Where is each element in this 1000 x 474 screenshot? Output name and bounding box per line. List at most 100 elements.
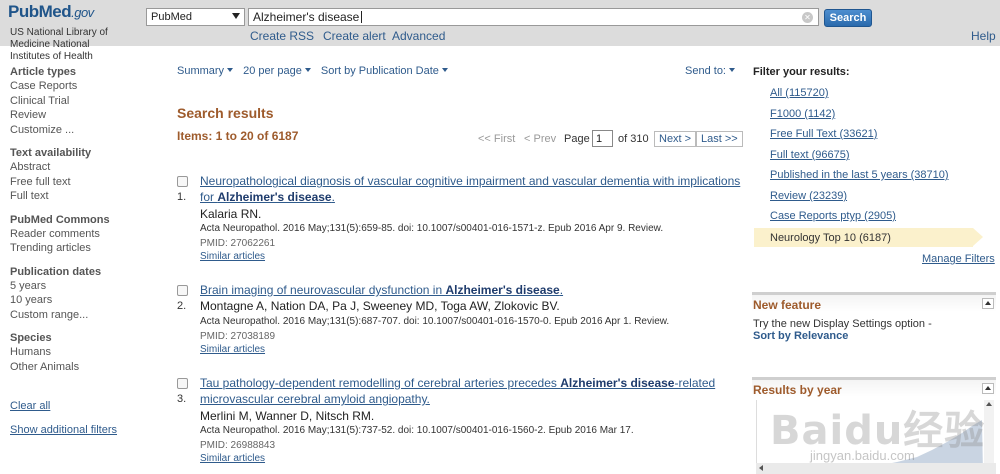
search-button[interactable]: Search [824, 9, 872, 27]
per-page-dropdown-label: 20 per page [243, 65, 302, 77]
advanced-search-link[interactable]: Advanced [392, 29, 445, 43]
create-rss-link[interactable]: Create RSS [250, 29, 314, 43]
filter-heading-species: Species [10, 332, 52, 344]
baidu-watermark-url: jingyan.baidu.com [810, 448, 915, 463]
filter-10-years[interactable]: 10 years [10, 293, 150, 308]
filter-other-animals[interactable]: Other Animals [10, 360, 150, 375]
nlm-link[interactable]: US National Library of Medicine National… [10, 27, 125, 63]
send-to-dropdown[interactable]: Send to: [685, 65, 735, 77]
results-heading: Search results [177, 105, 274, 121]
display-settings-bar: Summary 20 per page Sort by Publication … [177, 65, 742, 79]
create-alert-link[interactable]: Create alert [323, 29, 386, 43]
clear-search-icon[interactable]: ✕ [802, 12, 813, 23]
filter-case-reports[interactable]: Case Reports [10, 79, 150, 94]
result-citation: Acta Neuropathol. 2016 May;131(5):687-70… [200, 316, 670, 327]
chevron-down-icon [227, 68, 234, 72]
filter-heading-publication-dates: Publication dates [10, 265, 102, 278]
similar-articles-link[interactable]: Similar articles [200, 344, 265, 355]
result-authors: Montagne A, Nation DA, Pa J, Sweeney MD,… [200, 299, 560, 313]
result-checkbox[interactable] [177, 378, 188, 389]
result-number: 3. [177, 393, 187, 405]
sort-by-relevance-link[interactable]: Sort by Relevance [753, 330, 848, 342]
per-page-dropdown[interactable]: 20 per page [243, 65, 311, 77]
next-page-button[interactable]: Next > [654, 131, 697, 147]
header-bar: PubMed.gov US National Library of Medici… [0, 0, 1000, 62]
filter-humans[interactable]: Humans [10, 345, 150, 360]
result-pmid: PMID: 27062261 [200, 238, 276, 249]
page-total: of 310 [618, 133, 649, 145]
new-feature-title: New feature [753, 298, 822, 312]
chevron-down-icon [729, 68, 735, 72]
chart-horizontal-scrollbar[interactable] [756, 463, 996, 474]
filter-case-reports-ptyp[interactable]: Case Reports ptyp (2905) [770, 210, 896, 222]
result-checkbox[interactable] [177, 176, 188, 187]
filter-last-5-years[interactable]: Published in the last 5 years (38710) [770, 169, 949, 181]
page-label: Page [564, 133, 590, 145]
filter-review[interactable]: Review [10, 108, 150, 123]
result-number: 2. [177, 300, 187, 312]
search-input-value: Alzheimer's disease [253, 10, 360, 24]
filter-custom-range[interactable]: Custom range... [10, 308, 150, 323]
help-link[interactable]: Help [971, 29, 996, 43]
database-select[interactable]: PubMed [146, 8, 245, 26]
new-feature-text: Try the new Display Settings option - [753, 318, 932, 330]
show-additional-filters-link[interactable]: Show additional filters [10, 424, 117, 436]
filter-reader-comments[interactable]: Reader comments [10, 227, 150, 242]
collapse-icon[interactable] [982, 298, 994, 309]
result-number: 1. [177, 191, 187, 203]
sort-dropdown[interactable]: Sort by Publication Date [321, 65, 448, 77]
filter-trending-articles[interactable]: Trending articles [10, 241, 150, 256]
result-title-link[interactable]: Tau pathology-dependent remodelling of c… [200, 375, 745, 407]
collapse-icon[interactable] [982, 383, 994, 394]
results-by-year-header: Results by year [752, 377, 996, 397]
filter-free-full-text-right[interactable]: Free Full Text (33621) [770, 128, 877, 140]
filter-all[interactable]: All (115720) [770, 87, 829, 99]
prev-page-link: < Prev [524, 133, 557, 145]
clear-all-link[interactable]: Clear all [10, 400, 50, 412]
active-filter-label: Neurology Top 10 (6187) [770, 232, 891, 244]
text-cursor [361, 11, 363, 23]
result-pmid: PMID: 26988843 [200, 440, 276, 451]
filter-5-years[interactable]: 5 years [10, 279, 150, 294]
filter-abstract[interactable]: Abstract [10, 160, 150, 175]
chevron-down-icon [441, 68, 448, 72]
result-title-link[interactable]: Neuropathological diagnosis of vascular … [200, 173, 745, 205]
filter-f1000[interactable]: F1000 (1142) [770, 108, 835, 120]
filter-free-full-text[interactable]: Free full text [10, 175, 150, 190]
result-checkbox[interactable] [177, 285, 188, 296]
result-citation: Acta Neuropathol. 2016 May;131(5):737-52… [200, 425, 634, 436]
format-dropdown[interactable]: Summary [177, 65, 234, 77]
similar-articles-link[interactable]: Similar articles [200, 251, 265, 262]
pubmed-logo[interactable]: PubMed.gov [8, 2, 94, 22]
filter-results-heading: Filter your results: [753, 66, 850, 78]
result-citation: Acta Neuropathol. 2016 May;131(5):659-85… [200, 223, 664, 234]
filter-heading-text-availability: Text availability [10, 147, 92, 159]
send-to-dropdown-label: Send to: [685, 65, 726, 77]
chevron-down-icon [304, 68, 311, 72]
filter-full-text-right[interactable]: Full text (96675) [770, 149, 849, 161]
result-title-link[interactable]: Brain imaging of neurovascular dysfuncti… [200, 282, 745, 298]
new-feature-header: New feature [752, 292, 996, 312]
search-input[interactable]: Alzheimer's disease ✕ [248, 8, 819, 26]
chevron-down-icon [232, 13, 240, 19]
filter-full-text[interactable]: Full text [10, 189, 150, 204]
result-pmid: PMID: 27038189 [200, 331, 276, 342]
last-page-button[interactable]: Last >> [696, 131, 743, 147]
page-number-input[interactable] [592, 130, 613, 147]
filter-review-right[interactable]: Review (23239) [770, 190, 847, 202]
filter-sidebar: Article types Case Reports Clinical Tria… [10, 65, 150, 374]
result-authors: Merlini M, Wanner D, Nitsch RM. [200, 409, 375, 423]
database-select-value: PubMed [151, 11, 192, 23]
filter-customize[interactable]: Customize ... [10, 123, 150, 138]
sort-dropdown-label: Sort by Publication Date [320, 65, 439, 77]
filter-heading-pubmed-commons: PubMed Commons [10, 213, 110, 226]
similar-articles-link[interactable]: Similar articles [200, 453, 265, 464]
items-count: Items: 1 to 20 of 6187 [177, 129, 299, 143]
first-page-link: << First [478, 133, 516, 145]
filter-clinical-trial[interactable]: Clinical Trial [10, 94, 150, 109]
manage-filters-link[interactable]: Manage Filters [922, 253, 995, 265]
result-authors: Kalaria RN. [200, 207, 262, 221]
results-by-year-title: Results by year [753, 383, 842, 397]
filter-heading-article-types: Article types [10, 66, 77, 78]
format-dropdown-label: Summary [177, 65, 225, 77]
